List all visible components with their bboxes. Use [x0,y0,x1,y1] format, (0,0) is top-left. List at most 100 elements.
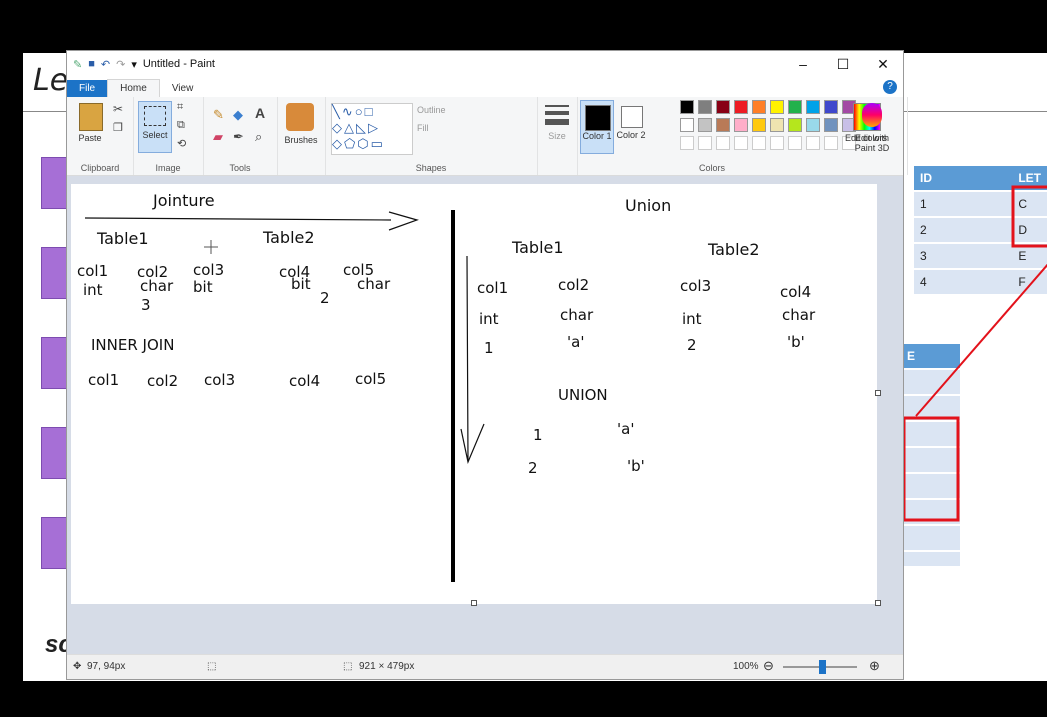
canvas-area: Jointure Table1 Table2 col1 col2 col3 co… [67,176,903,656]
tab-view[interactable]: View [160,80,206,97]
custom-color-slot[interactable] [752,136,766,150]
palette-swatch[interactable] [716,118,730,132]
size-button[interactable]: Size [537,131,577,141]
rotate-icon[interactable]: ⟲ [177,137,186,150]
palette-swatch[interactable] [770,100,784,114]
copy-icon[interactable]: ❐ [113,121,123,134]
redo-icon[interactable]: ↷ [116,58,125,71]
image-label: Image [155,163,181,173]
resize-handle[interactable] [875,390,881,396]
ribbon-tabs: File Home View ? [67,77,903,97]
image-group: Select ⌗ ⧉ ⟲ Image [133,97,204,175]
custom-color-slot[interactable] [770,136,784,150]
jointure-text: Jointure [152,191,215,210]
paste-button[interactable]: Paste [73,133,107,143]
palette-swatch[interactable] [788,118,802,132]
size-line [545,111,569,115]
fill-button[interactable]: Fill [417,123,429,133]
right-val-4: 'b' [787,333,805,351]
color-picker-icon[interactable]: ✒ [233,129,244,145]
select-button-bg[interactable]: Select [138,101,172,153]
zoom-in-button[interactable]: ⊕ [869,658,880,674]
color2-label: Color 2 [616,130,646,140]
zoom-slider-thumb[interactable] [819,660,826,674]
custom-color-slot[interactable] [734,136,748,150]
right-val-3: 2 [687,336,697,354]
palette-swatch[interactable] [788,100,802,114]
resize-icon[interactable]: ⧉ [177,119,185,132]
resize-handle[interactable] [471,600,477,606]
palette-swatch[interactable] [824,100,838,114]
right-val-1: 1 [484,339,494,357]
palette-swatch[interactable] [806,100,820,114]
size-group: Size [537,97,578,175]
right-col-2: col2 [558,276,589,294]
custom-color-slot[interactable] [806,136,820,150]
text-icon[interactable]: A [255,105,265,121]
right-col-1: col1 [477,279,508,297]
palette-swatch[interactable] [752,118,766,132]
pencil-icon[interactable]: ✎ [213,107,224,123]
shapes-gallery[interactable]: ╲∿○□ ◇△◺▷ ◇⬠⬡▭ [331,103,413,155]
resize-handle[interactable] [875,600,881,606]
palette-swatch[interactable] [734,100,748,114]
save-icon[interactable]: ■ [88,58,95,70]
cut-icon[interactable]: ✂ [113,102,123,116]
select-button[interactable]: Select [139,130,171,140]
paint3d-button[interactable]: Edit with Paint 3D [849,101,895,171]
cursor-crosshair-icon [204,240,218,254]
left-type-3: bit [193,278,213,296]
color2-button[interactable]: Color 2 [615,100,647,152]
outline-button[interactable]: Outline [417,105,446,115]
ribbon: Paste ✂ ❐ Clipboard Select ⌗ ⧉ ⟲ Image ✎… [67,97,908,176]
paste-icon[interactable] [79,103,103,131]
left-col-1: col1 [77,262,108,280]
eraser-icon[interactable]: ▰ [213,129,223,145]
brushes-group: Brushes [277,97,326,175]
right-table2-label: Table2 [707,240,760,259]
undo-icon[interactable]: ↶ [101,58,110,71]
custom-color-slot[interactable] [788,136,802,150]
left-type-5: char [357,275,391,293]
help-icon[interactable]: ? [883,80,897,94]
shapes-label: Shapes [415,163,447,173]
magnifier-icon[interactable]: ⌕ [255,129,262,145]
palette-swatch[interactable] [680,118,694,132]
union-title: Union [625,196,671,215]
size-line [545,119,569,125]
zoom-out-button[interactable]: ⊖ [763,658,774,674]
palette-swatch[interactable] [824,118,838,132]
close-button[interactable]: ✕ [863,51,903,77]
palette-swatch[interactable] [716,100,730,114]
brushes-icon[interactable] [286,103,314,131]
palette-swatch[interactable] [680,100,694,114]
palette-swatch[interactable] [752,100,766,114]
join-col-5: col5 [355,370,386,388]
crop-icon[interactable]: ⌗ [177,101,183,114]
left-col-3: col3 [193,261,224,279]
custom-color-slot[interactable] [698,136,712,150]
maximize-button[interactable]: ☐ [823,51,863,77]
palette-swatch[interactable] [698,118,712,132]
size-line [545,105,569,107]
customize-qa-icon[interactable]: ▾ [131,58,137,71]
left-type-2: char [140,277,174,295]
palette-swatch[interactable] [806,118,820,132]
tab-file[interactable]: File [67,80,108,97]
minimize-button[interactable]: – [783,51,823,77]
join-col-1: col1 [88,371,119,389]
palette-swatch[interactable] [770,118,784,132]
left-type-4: bit [291,275,311,293]
palette-swatch[interactable] [698,100,712,114]
custom-color-slot[interactable] [716,136,730,150]
color1-button[interactable]: Color 1 [580,100,614,154]
color1-label: Color 1 [582,131,612,141]
palette-swatch[interactable] [734,118,748,132]
tab-home[interactable]: Home [107,79,160,97]
fill-icon[interactable]: ◆ [233,107,243,123]
custom-color-slot[interactable] [680,136,694,150]
brushes-button[interactable]: Brushes [277,135,325,145]
drawing-canvas[interactable]: Jointure Table1 Table2 col1 col2 col3 co… [71,184,877,604]
custom-color-slot[interactable] [824,136,838,150]
union-row-2-col-1: 2 [528,459,538,477]
